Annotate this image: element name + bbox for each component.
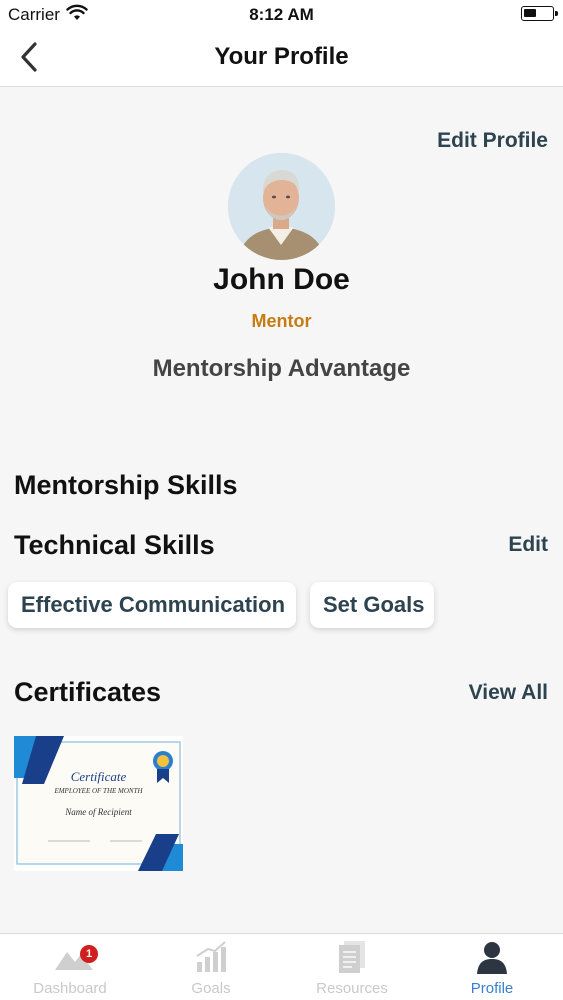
certificate-title: Certificate <box>70 769 127 784</box>
skill-chip[interactable]: Set Goals <box>310 582 434 628</box>
status-bar: Carrier 8:12 AM <box>0 0 563 30</box>
notification-badge: 1 <box>80 945 98 963</box>
tab-label: Dashboard <box>33 980 107 997</box>
person-icon <box>477 942 507 974</box>
mentorship-skills-heading: Mentorship Skills <box>14 470 238 500</box>
technical-skills-heading: Technical Skills <box>14 530 215 560</box>
edit-technical-skills-button[interactable]: Edit <box>508 533 548 557</box>
navigation-bar: Your Profile <box>0 30 563 87</box>
certificate-thumbnail[interactable]: Certificate EMPLOYEE OF THE MONTH Name o… <box>14 736 183 871</box>
certificate-subtitle: EMPLOYEE OF THE MONTH <box>54 787 143 795</box>
program-name: Mentorship Advantage <box>152 355 411 382</box>
edit-profile-button[interactable]: Edit Profile <box>437 129 548 153</box>
profile-name: John Doe <box>213 263 350 296</box>
tab-goals[interactable]: Goals <box>141 934 281 1000</box>
tab-profile[interactable]: Profile <box>422 934 562 1000</box>
tab-label: Goals <box>191 980 231 997</box>
page-title: Your Profile <box>214 43 349 70</box>
clock: 8:12 AM <box>249 5 314 24</box>
battery-icon <box>521 6 558 21</box>
document-icon <box>339 941 365 973</box>
tab-resources[interactable]: Resources <box>282 934 422 1000</box>
view-all-certificates-button[interactable]: View All <box>469 681 548 705</box>
skill-chip[interactable]: Effective Communication <box>8 582 296 628</box>
tab-bar: 1 Dashboard Goals Resources Profile <box>0 933 563 1000</box>
profile-role: Mentor <box>251 311 312 331</box>
tab-label: Profile <box>470 980 514 997</box>
bar-chart-icon <box>196 941 226 972</box>
tab-label: Resources <box>316 980 388 997</box>
certificate-recipient: Name of Recipient <box>65 807 132 817</box>
certificates-heading: Certificates <box>14 677 162 707</box>
avatar <box>228 153 335 260</box>
tab-dashboard[interactable]: 1 Dashboard <box>0 934 140 1000</box>
